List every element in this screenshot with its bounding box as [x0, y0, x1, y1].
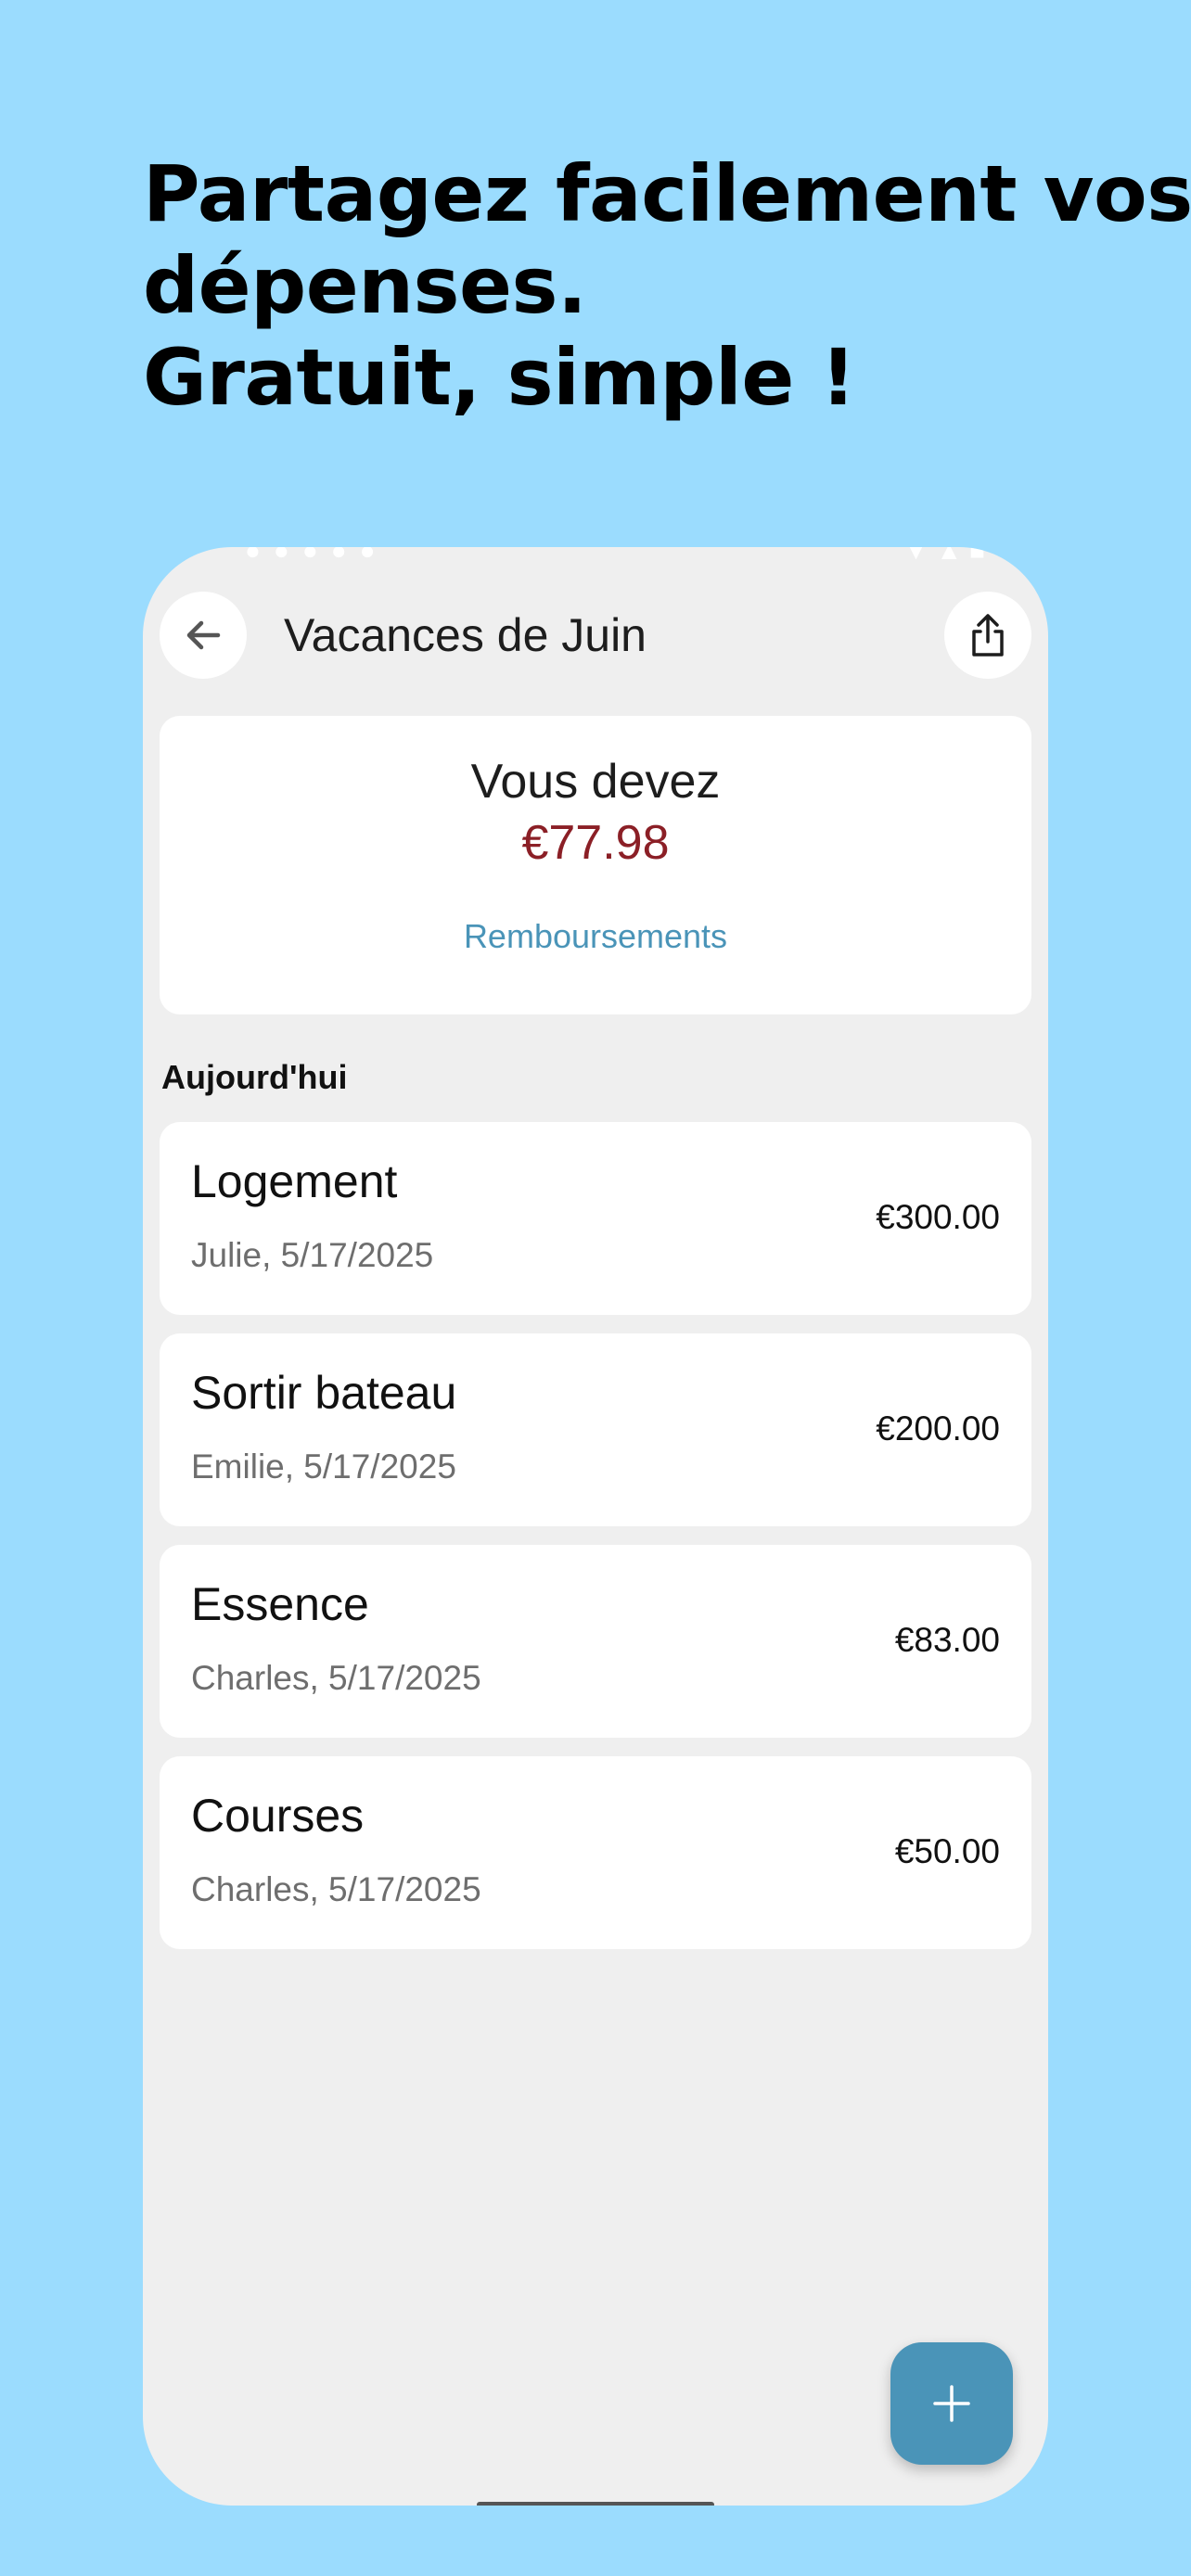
balance-amount: €77.98 [521, 816, 670, 870]
headline-line-1: Partagez facilement vos [143, 148, 1191, 239]
share-button[interactable] [944, 592, 1031, 679]
marketing-headline: Partagez facilement vos dépenses. Gratui… [143, 148, 1191, 424]
headline-line-2: dépenses. [143, 240, 587, 331]
headline-line-3: Gratuit, simple ! [143, 332, 856, 423]
plus-icon [933, 2385, 970, 2422]
share-icon [972, 614, 1004, 657]
section-header-today: Aujourd'hui [161, 1058, 348, 1096]
status-bar: ●●●●● ▼▲■ [143, 547, 1048, 567]
expense-title: Sortir bateau [191, 1367, 457, 1419]
expense-item[interactable]: Logement Julie, 5/17/2025 €300.00 [160, 1122, 1031, 1315]
expense-payer-date: Emilie, 5/17/2025 [191, 1447, 456, 1486]
group-title: Vacances de Juin [284, 609, 647, 661]
back-button[interactable] [160, 592, 247, 679]
expense-amount: €200.00 [876, 1409, 1000, 1447]
expense-item[interactable]: Sortir bateau Emilie, 5/17/2025 €200.00 [160, 1333, 1031, 1526]
expense-item[interactable]: Courses Charles, 5/17/2025 €50.00 [160, 1756, 1031, 1949]
expense-title: Logement [191, 1155, 398, 1207]
expense-item[interactable]: Essence Charles, 5/17/2025 €83.00 [160, 1545, 1031, 1738]
expense-payer-date: Charles, 5/17/2025 [191, 1870, 481, 1908]
expense-amount: €83.00 [894, 1621, 1000, 1659]
expense-payer-date: Julie, 5/17/2025 [191, 1236, 434, 1274]
balance-label: Vous devez [470, 755, 721, 809]
add-expense-button[interactable] [890, 2342, 1013, 2465]
expense-amount: €300.00 [876, 1198, 1000, 1236]
expense-payer-date: Charles, 5/17/2025 [191, 1659, 481, 1697]
repayments-link[interactable]: Remboursements [143, 916, 1048, 957]
expense-title: Essence [191, 1578, 369, 1630]
status-notification-icons: ●●●●● [245, 547, 389, 565]
expense-amount: €50.00 [894, 1832, 1000, 1870]
home-indicator[interactable] [477, 2502, 714, 2506]
expense-title: Courses [191, 1790, 365, 1842]
status-system-icons: ▼▲■ [903, 547, 992, 565]
arrow-left-icon [186, 620, 221, 650]
phone-screen: ●●●●● ▼▲■ Vacances de Juin Vous devez €7… [143, 547, 1048, 2506]
